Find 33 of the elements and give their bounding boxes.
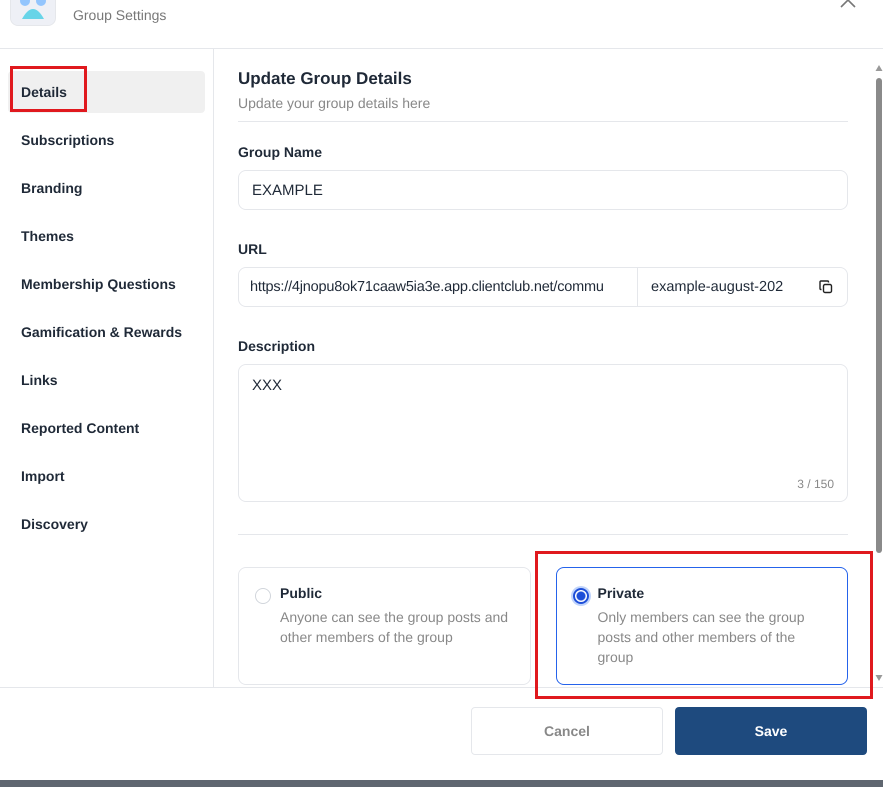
privacy-option-card[interactable]: Private Only members can see the group posts and other members of the group — [556, 567, 848, 685]
option-title: Public — [280, 585, 324, 601]
sidebar-item[interactable]: Details — [8, 71, 205, 113]
character-counter: 3 / 150 — [797, 477, 834, 491]
section-subtitle: Update your group details here — [238, 95, 432, 111]
radio-button[interactable] — [572, 588, 588, 604]
sidebar-item[interactable]: Gamification & Rewards — [8, 311, 205, 353]
sidebar-item[interactable]: Membership Questions — [8, 263, 205, 305]
sidebar-item[interactable]: Themes — [8, 215, 205, 257]
sidebar-item[interactable]: Branding — [8, 167, 205, 209]
privacy-option-card[interactable]: Public Anyone can see the group posts and other members of the group — [238, 567, 530, 685]
description-text: XXX — [252, 377, 282, 394]
field-label: URL — [238, 241, 268, 257]
sidebar-item[interactable]: Subscriptions — [8, 119, 205, 161]
option-title: Private — [598, 585, 646, 601]
sidebar-item[interactable]: Import — [8, 455, 205, 497]
field-label: Description — [238, 338, 316, 354]
sidebar-item[interactable]: Reported Content — [8, 407, 205, 449]
sidebar-item[interactable]: Discovery — [8, 503, 205, 545]
sidebar-item[interactable]: Links — [8, 359, 205, 401]
copy-icon[interactable] — [819, 280, 833, 294]
field-label: Group Name — [238, 144, 324, 160]
description-field[interactable]: XXX 3 / 150 — [238, 364, 848, 502]
section-title: Update Group Details — [238, 69, 413, 89]
option-description: Anyone can see the group posts and other members of the group — [280, 608, 510, 647]
group-name-field[interactable]: EXAMPLE — [238, 170, 848, 210]
cancel-button[interactable]: Cancel — [471, 707, 663, 755]
option-description: Only members can see the group posts and other members of the group — [598, 608, 806, 667]
save-button[interactable]: Save — [675, 707, 867, 755]
url-slug-field[interactable]: example-august-202 — [638, 279, 819, 295]
close-icon[interactable] — [840, 0, 856, 8]
url-base-field: https://4jnopu8ok71caaw5ia3e.app.clientclub.net/commu — [239, 268, 638, 306]
dialog-subtitle: Group Settings — [73, 7, 166, 23]
